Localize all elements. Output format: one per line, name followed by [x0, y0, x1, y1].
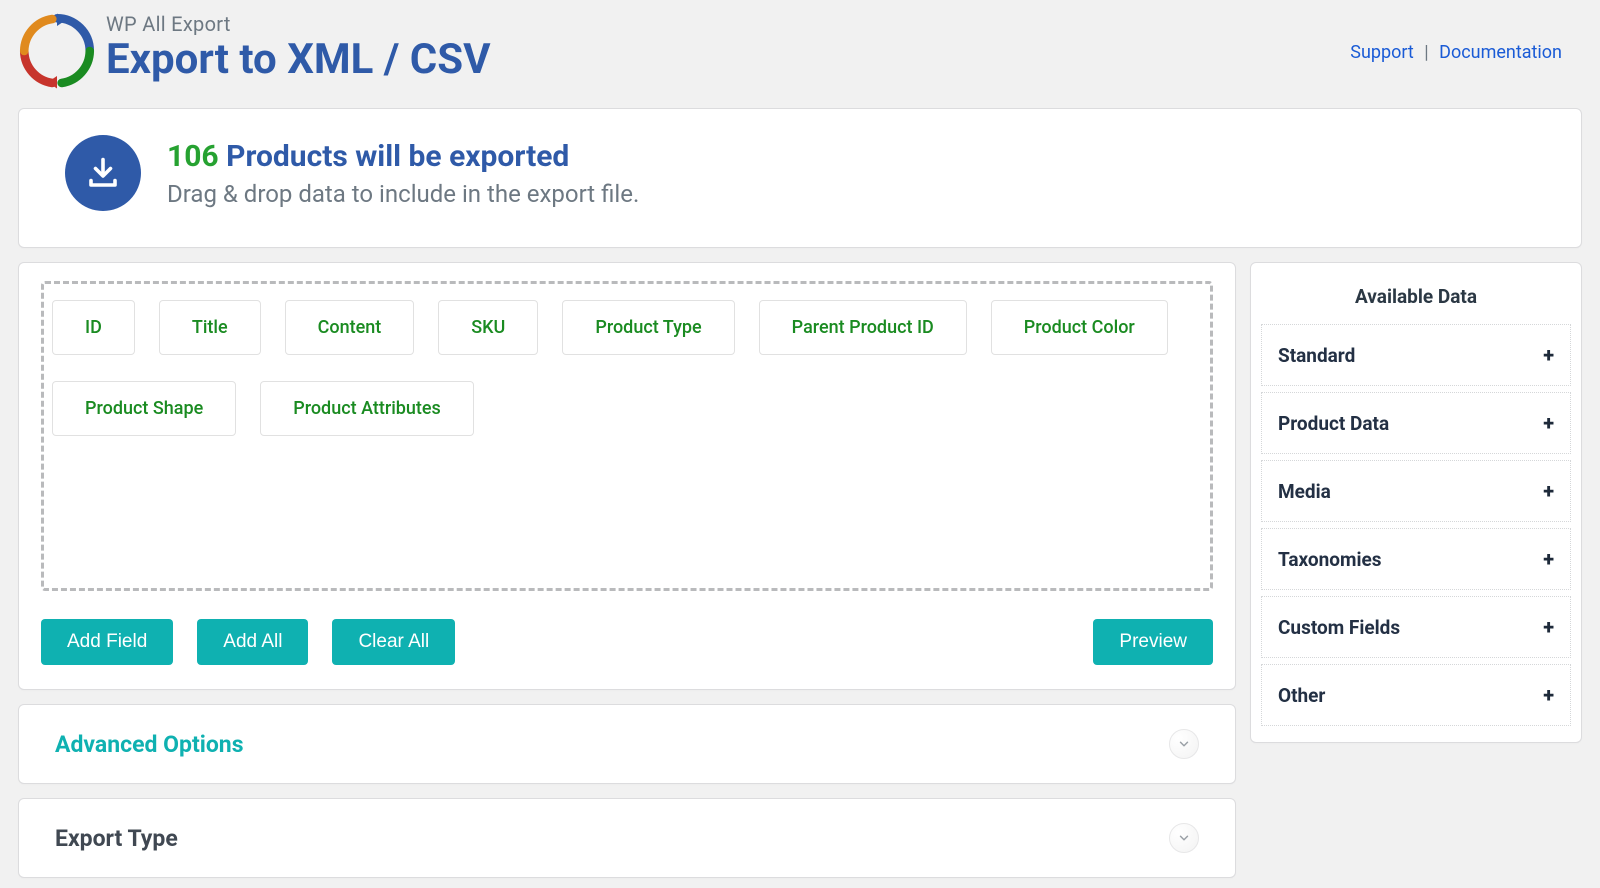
plus-icon: + — [1543, 479, 1554, 503]
available-group-label: Product Data — [1278, 412, 1389, 435]
export-type-label: Export Type — [55, 825, 178, 852]
builder-panel: ID Title Content SKU Product Type Parent Prod… — [18, 262, 1236, 690]
app-title-col: WP All Export Export to XML / CSV — [106, 10, 1350, 82]
field-chip[interactable]: Parent Product ID — [759, 300, 967, 355]
support-link[interactable]: Support — [1350, 42, 1414, 63]
header-links: Support | Documentation — [1350, 42, 1562, 63]
advanced-options-toggle[interactable]: Advanced Options — [18, 704, 1236, 784]
field-chip[interactable]: Product Shape — [52, 381, 236, 436]
add-all-button[interactable]: Add All — [197, 619, 308, 665]
available-group-label: Media — [1278, 480, 1331, 503]
plus-icon: + — [1543, 411, 1554, 435]
advanced-options-label: Advanced Options — [55, 731, 244, 758]
export-type-toggle[interactable]: Export Type — [18, 798, 1236, 878]
available-group[interactable]: Product Data + — [1261, 392, 1571, 454]
app-subtitle: WP All Export — [106, 12, 1350, 36]
available-group-label: Custom Fields — [1278, 616, 1400, 639]
available-group[interactable]: Custom Fields + — [1261, 596, 1571, 658]
available-group[interactable]: Standard + — [1261, 324, 1571, 386]
clear-all-button[interactable]: Clear All — [332, 619, 455, 665]
field-chip[interactable]: Content — [285, 300, 415, 355]
available-data-panel: Available Data Standard+Product Data+Med… — [1250, 262, 1582, 743]
field-chip[interactable]: SKU — [438, 300, 538, 355]
fields-dropzone[interactable]: ID Title Content SKU Product Type Parent Prod… — [41, 281, 1213, 591]
export-subline: Drag & drop data to include in the expor… — [167, 180, 639, 208]
summary-panel: 106 Products will be exported Drag & dro… — [18, 108, 1582, 248]
available-group[interactable]: Media + — [1261, 460, 1571, 522]
available-group-label: Taxonomies — [1278, 548, 1382, 571]
plus-icon: + — [1543, 615, 1554, 639]
plus-icon: + — [1543, 547, 1554, 571]
summary-text: 106 Products will be exported Drag & dro… — [167, 139, 639, 208]
app-logo — [18, 12, 96, 90]
plus-icon: + — [1543, 683, 1554, 707]
available-group-label: Other — [1278, 684, 1325, 707]
export-headline: Products will be exported — [226, 139, 569, 174]
preview-button[interactable]: Preview — [1093, 619, 1213, 665]
field-chip[interactable]: Product Attributes — [260, 381, 474, 436]
chevron-down-icon — [1169, 729, 1199, 759]
page-header: WP All Export Export to XML / CSV Suppor… — [0, 0, 1600, 108]
field-chip[interactable]: Product Type — [562, 300, 734, 355]
available-group[interactable]: Taxonomies + — [1261, 528, 1571, 590]
field-chip[interactable]: ID — [52, 300, 135, 355]
available-group-label: Standard — [1278, 344, 1355, 367]
download-icon — [65, 135, 141, 211]
export-count: 106 — [167, 139, 219, 174]
available-group[interactable]: Other + — [1261, 664, 1571, 726]
available-data-title: Available Data — [1261, 285, 1571, 308]
field-chip[interactable]: Product Color — [991, 300, 1168, 355]
field-chip[interactable]: Title — [159, 300, 261, 355]
add-field-button[interactable]: Add Field — [41, 619, 173, 665]
chevron-down-icon — [1169, 823, 1199, 853]
documentation-link[interactable]: Documentation — [1439, 42, 1562, 63]
link-separator: | — [1418, 42, 1434, 63]
plus-icon: + — [1543, 343, 1554, 367]
app-title: Export to XML / CSV — [106, 38, 1350, 82]
